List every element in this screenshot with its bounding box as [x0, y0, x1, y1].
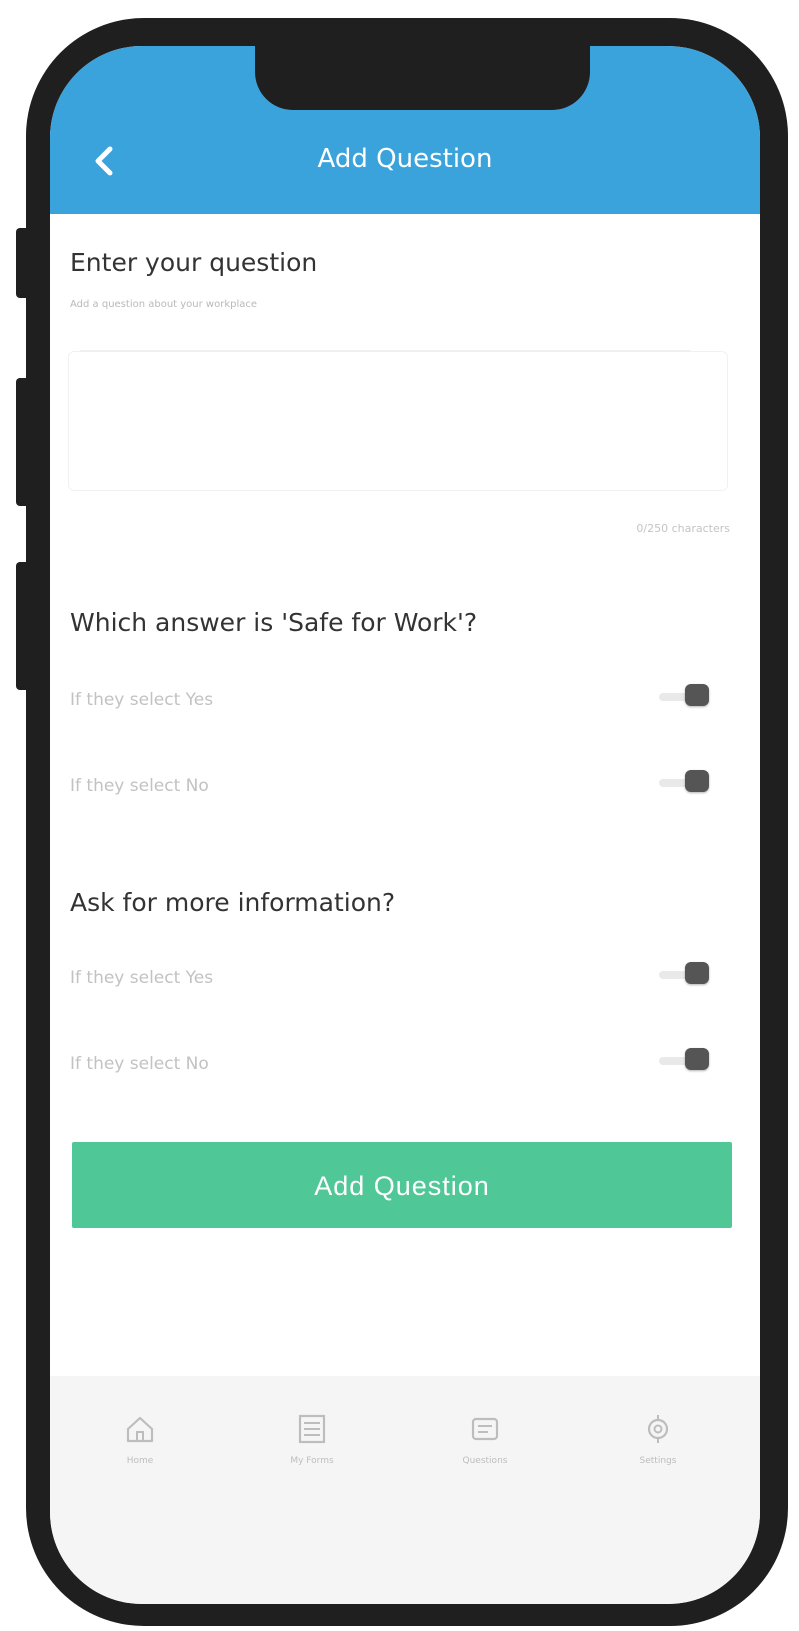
phone-side-button — [16, 562, 30, 690]
safe-for-work-heading: Which answer is 'Safe for Work'? — [70, 608, 478, 637]
safe-yes-label: If they select Yes — [70, 690, 214, 710]
page-title: Add Question — [317, 144, 493, 174]
bottom-navigation: Home My Forms Questions Settings — [50, 1376, 760, 1604]
question-input[interactable] — [68, 351, 728, 491]
add-question-button[interactable]: Add Question — [72, 1142, 732, 1228]
home-icon — [126, 1416, 154, 1443]
nav-item-my-forms[interactable]: My Forms — [242, 1412, 382, 1466]
toggle-knob — [685, 1048, 709, 1070]
nav-label-questions: Questions — [462, 1456, 508, 1466]
safe-no-toggle[interactable] — [655, 766, 715, 796]
more-info-yes-label: If they select Yes — [70, 968, 214, 988]
character-counter: 0/250 characters — [636, 522, 730, 535]
more-info-no-label: If they select No — [70, 1054, 209, 1074]
more-info-no-toggle[interactable] — [655, 1044, 715, 1074]
more-info-yes-toggle[interactable] — [655, 958, 715, 988]
question-label: Enter your question — [70, 248, 318, 277]
nav-label-my-forms: My Forms — [290, 1456, 334, 1466]
phone-side-button — [16, 378, 30, 506]
toggle-knob — [685, 962, 709, 984]
safe-no-label: If they select No — [70, 776, 209, 796]
toggle-knob — [685, 770, 709, 792]
questions-icon — [471, 1417, 499, 1441]
safe-yes-toggle[interactable] — [655, 680, 715, 710]
divider — [80, 350, 690, 352]
nav-label-home: Home — [126, 1456, 154, 1466]
nav-item-home[interactable]: Home — [70, 1412, 210, 1466]
toggle-knob — [685, 684, 709, 706]
nav-label-settings: Settings — [639, 1456, 677, 1466]
phone-notch — [255, 46, 590, 110]
forms-icon — [298, 1414, 326, 1444]
phone-side-button — [16, 228, 30, 298]
nav-item-questions[interactable]: Questions — [415, 1412, 555, 1466]
more-info-heading: Ask for more information? — [70, 888, 396, 917]
nav-item-settings[interactable]: Settings — [588, 1412, 728, 1466]
settings-icon — [647, 1415, 669, 1443]
question-hint: Add a question about your workplace — [70, 299, 258, 310]
app-screen: Add Question Enter your question Add a q… — [50, 46, 760, 1604]
